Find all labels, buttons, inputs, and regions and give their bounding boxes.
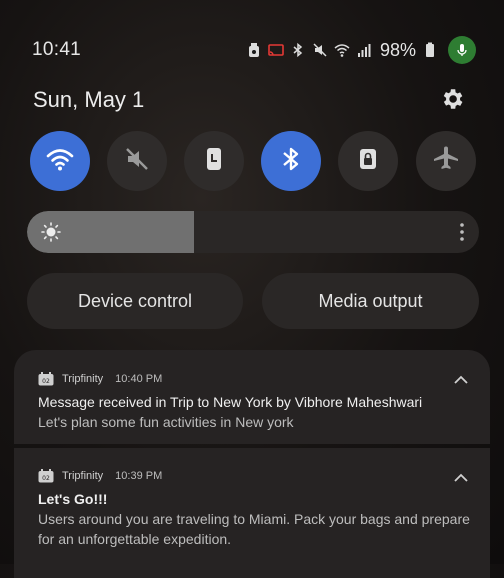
tile-wifi[interactable]	[30, 131, 90, 191]
notification-body: Let's plan some fun activities in New yo…	[38, 414, 294, 430]
battery-percent: 98%	[379, 39, 416, 60]
status-icons: 98%	[246, 36, 476, 64]
media-output-button[interactable]: Media output	[262, 273, 479, 329]
notification-time: 10:40 PM	[115, 373, 163, 385]
signal-icon	[356, 42, 372, 58]
wifi-icon	[45, 144, 75, 179]
notification-card[interactable]: 02 Tripfinity 10:40 PM Message received …	[14, 350, 490, 444]
mute-icon	[312, 42, 328, 58]
device-control-button[interactable]: Device control	[27, 273, 243, 329]
wifi-icon	[334, 42, 350, 58]
notification-header: 02 Tripfinity 10:40 PM	[38, 372, 162, 386]
mic-icon	[448, 36, 476, 64]
tile-sound[interactable]	[107, 131, 167, 191]
lock-icon	[353, 144, 383, 179]
more-options-icon[interactable]	[459, 222, 465, 242]
alarm-icon	[246, 42, 262, 58]
notification-time: 10:39 PM	[115, 470, 163, 482]
notification-title: Message received in Trip to New York by …	[38, 394, 423, 410]
tile-lock[interactable]	[338, 131, 398, 191]
tile-bluetooth[interactable]	[261, 131, 321, 191]
battery-icon	[422, 42, 438, 58]
app-icon: 02	[38, 372, 54, 386]
sun-icon	[41, 222, 61, 242]
clock: 10:41	[32, 39, 82, 60]
cast-icon	[268, 42, 284, 58]
tile-portrait[interactable]	[184, 131, 244, 191]
brightness-slider[interactable]	[27, 211, 479, 253]
notification-body: Users around you are traveling to Miami.…	[38, 511, 470, 547]
notification-card[interactable]: 02 Tripfinity 10:39 PM Let's Go!!! Users…	[14, 448, 490, 578]
chevron-up-icon[interactable]	[454, 470, 468, 482]
bluetooth-icon	[276, 144, 306, 179]
tile-airplane[interactable]	[416, 131, 476, 191]
gear-icon[interactable]	[439, 86, 465, 112]
airplane-icon	[431, 144, 461, 179]
svg-text:02: 02	[42, 475, 50, 482]
portrait-lock-icon	[199, 144, 229, 179]
app-name: Tripfinity	[62, 373, 104, 385]
app-icon: 02	[38, 469, 54, 483]
notification-header: 02 Tripfinity 10:39 PM	[38, 469, 162, 483]
quick-settings-tiles	[30, 131, 476, 191]
status-bar: 10:41 98%	[0, 0, 504, 100]
notification-title: Let's Go!!!	[38, 491, 108, 507]
date-label: Sun, May 1	[33, 87, 145, 112]
svg-text:02: 02	[42, 378, 50, 385]
chevron-up-icon[interactable]	[454, 372, 468, 384]
bluetooth-icon	[290, 42, 306, 58]
app-name: Tripfinity	[62, 470, 104, 482]
mute-icon	[122, 144, 152, 179]
